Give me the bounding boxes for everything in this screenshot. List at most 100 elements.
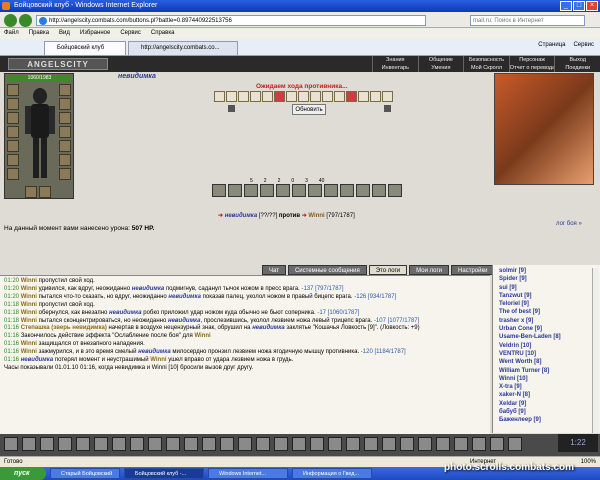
- item-slot[interactable]: [212, 184, 226, 197]
- boots-slot[interactable]: [59, 168, 71, 180]
- tab-angelscity[interactable]: http://angelscity.combats.co...: [128, 41, 238, 55]
- menu-file[interactable]: Файл: [4, 28, 19, 39]
- action-button[interactable]: [202, 437, 216, 451]
- action-button[interactable]: [382, 437, 396, 451]
- action-button[interactable]: [76, 437, 90, 451]
- player-entry[interactable]: Winni [10]: [499, 375, 598, 383]
- target-slot[interactable]: [262, 91, 273, 102]
- action-button[interactable]: [292, 437, 306, 451]
- target-slot[interactable]: [250, 91, 261, 102]
- nav-fights[interactable]: Поединки: [554, 64, 600, 72]
- bracer-slot[interactable]: [7, 168, 19, 180]
- target-slot[interactable]: [298, 91, 309, 102]
- player-entry[interactable]: Teloriel [9]: [499, 300, 598, 308]
- taskbar-button[interactable]: Старый Бойцовский: [50, 468, 120, 479]
- tab-settings[interactable]: Настройки: [451, 265, 495, 275]
- target-slot[interactable]: [310, 91, 321, 102]
- action-button[interactable]: [436, 437, 450, 451]
- nav-inventory[interactable]: Инвентарь: [372, 64, 418, 72]
- item-slot[interactable]: [308, 184, 322, 197]
- potion-slot-1[interactable]: [25, 186, 37, 198]
- ring3-slot[interactable]: [59, 154, 71, 166]
- action-button[interactable]: [112, 437, 126, 451]
- nav-character[interactable]: Персонаж: [508, 56, 555, 64]
- action-button[interactable]: [166, 437, 180, 451]
- action-button[interactable]: [328, 437, 342, 451]
- earring-slot[interactable]: [59, 84, 71, 96]
- tab-my-logs[interactable]: Мои логи: [409, 265, 450, 275]
- nav-knowledge[interactable]: Знания: [372, 56, 418, 64]
- menu-help[interactable]: Справка: [151, 28, 175, 39]
- search-input[interactable]: mail.ru: Поиск в Интернет: [470, 15, 585, 26]
- nav-transfers[interactable]: Отчет о переводах: [508, 64, 554, 72]
- item-slot[interactable]: [388, 184, 402, 197]
- action-button[interactable]: [184, 437, 198, 451]
- player-entry[interactable]: xaker-N [8]: [499, 391, 598, 399]
- player-name[interactable]: невидимка: [118, 73, 156, 80]
- potion-slot-2[interactable]: [39, 186, 51, 198]
- start-button[interactable]: пуск: [0, 467, 46, 480]
- amulet-slot[interactable]: [7, 98, 19, 110]
- player-entry[interactable]: Tanzwut [9]: [499, 292, 598, 300]
- action-button[interactable]: [454, 437, 468, 451]
- page-menu[interactable]: Страница: [538, 42, 565, 48]
- action-button[interactable]: [274, 437, 288, 451]
- player-entry[interactable]: Баженлеер [9]: [499, 416, 598, 424]
- player-entry[interactable]: sui [9]: [499, 284, 598, 292]
- item-slot[interactable]: [356, 184, 370, 197]
- refresh-button[interactable]: Обновить: [292, 104, 326, 115]
- target-slot[interactable]: [286, 91, 297, 102]
- item-slot[interactable]: [372, 184, 386, 197]
- player-entry[interactable]: Spider [9]: [499, 275, 598, 283]
- player-entry[interactable]: The of best [9]: [499, 308, 598, 316]
- action-button[interactable]: [94, 437, 108, 451]
- fight-log-link[interactable]: лог боя »: [556, 221, 582, 227]
- player-entry[interactable]: solmir [9]: [499, 267, 598, 275]
- action-button[interactable]: [22, 437, 36, 451]
- action-button[interactable]: [472, 437, 486, 451]
- nav-scroll[interactable]: Мой Скролл: [463, 64, 509, 72]
- action-button[interactable]: [220, 437, 234, 451]
- armor-slot[interactable]: [7, 126, 19, 138]
- forward-button[interactable]: [19, 14, 32, 27]
- minimize-button[interactable]: _: [560, 1, 572, 11]
- nav-exit[interactable]: Выход: [554, 56, 600, 64]
- target-slot[interactable]: [370, 91, 381, 102]
- action-button[interactable]: [238, 437, 252, 451]
- pants-slot[interactable]: [59, 126, 71, 138]
- nav-security[interactable]: Безопасность: [463, 56, 509, 64]
- target-slot[interactable]: [226, 91, 237, 102]
- taskbar-button[interactable]: Информация о Гвед...: [292, 468, 372, 479]
- player-entry[interactable]: Usame-Ben-Laden [8]: [499, 333, 598, 341]
- action-button[interactable]: [364, 437, 378, 451]
- item-slot[interactable]: [276, 184, 290, 197]
- player-entry[interactable]: бабуб [9]: [499, 408, 598, 416]
- target-slot[interactable]: [238, 91, 249, 102]
- tab-chat[interactable]: Чат: [262, 265, 286, 275]
- item-slot[interactable]: [340, 184, 354, 197]
- player-entry[interactable]: Went Worth [8]: [499, 358, 598, 366]
- vs-player-name[interactable]: невидимка: [225, 213, 258, 219]
- item-slot[interactable]: [324, 184, 338, 197]
- menu-view[interactable]: Вид: [59, 28, 70, 39]
- address-input[interactable]: http://angelscity.combats.com/buttons.pl…: [36, 15, 426, 26]
- action-button[interactable]: [310, 437, 324, 451]
- tab-combats[interactable]: Бойцовский клуб: [44, 41, 126, 55]
- action-button[interactable]: [346, 437, 360, 451]
- target-slot[interactable]: [358, 91, 369, 102]
- menu-tools[interactable]: Сервис: [120, 28, 141, 39]
- target-slot[interactable]: [346, 91, 357, 102]
- player-entry[interactable]: William Turner [8]: [499, 367, 598, 375]
- opponent-portrait[interactable]: [494, 73, 594, 185]
- menu-favorites[interactable]: Избранное: [80, 28, 110, 39]
- taskbar-button[interactable]: Windows Internet...: [208, 468, 288, 479]
- item-slot[interactable]: [292, 184, 306, 197]
- belt-slot[interactable]: [7, 140, 19, 152]
- action-button[interactable]: [58, 437, 72, 451]
- action-button[interactable]: [4, 437, 18, 451]
- player-entry[interactable]: Xeldar [9]: [499, 400, 598, 408]
- ring2-slot[interactable]: [59, 140, 71, 152]
- player-entry[interactable]: Urban Cone [9]: [499, 325, 598, 333]
- player-entry[interactable]: VENTRU [10]: [499, 350, 598, 358]
- action-button[interactable]: [508, 437, 522, 451]
